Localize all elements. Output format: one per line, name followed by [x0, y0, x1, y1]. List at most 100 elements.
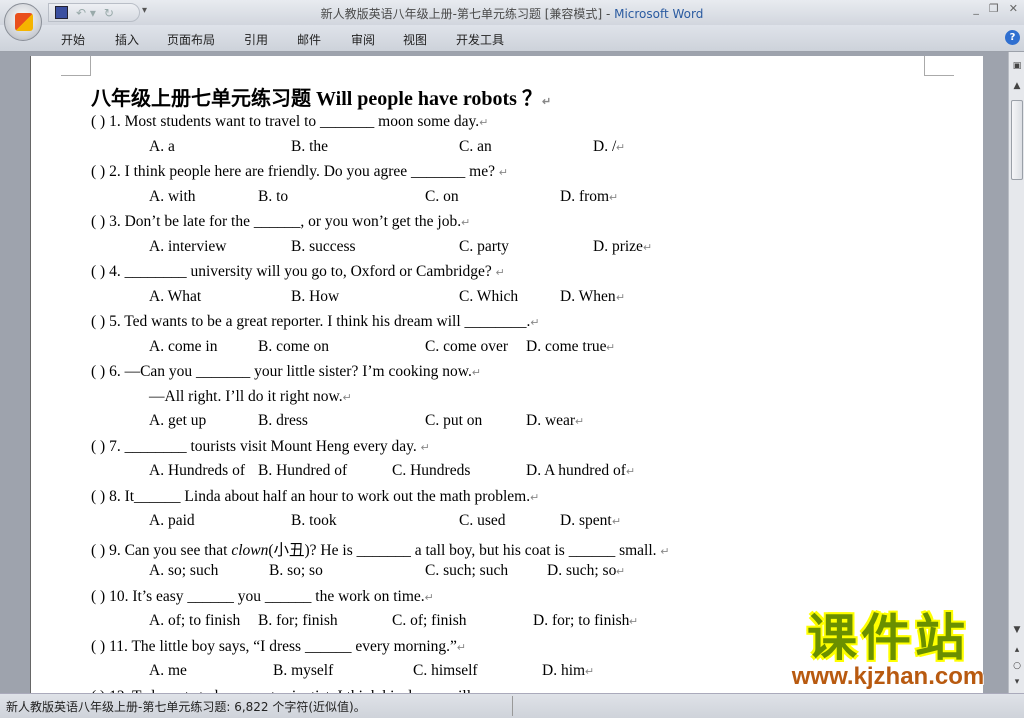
answer-option: A. What — [149, 287, 202, 305]
paragraph-mark: ↵ — [456, 641, 467, 654]
stem-text: ( ) 2. I think people here are friendly.… — [91, 163, 499, 180]
document-name: 新人教版英语八年级上册-第七单元练习题 [兼容模式] — [320, 7, 603, 21]
question-stem: ( ) 11. The little boy says, “I dress __… — [91, 638, 466, 656]
paragraph-mark: ↵ — [616, 566, 626, 578]
paragraph-mark: ↵ — [660, 545, 670, 558]
answer-option: D. come true — [526, 337, 607, 355]
paragraph-mark: ↵ — [626, 466, 636, 478]
tab-page-layout[interactable]: 页面布局 — [167, 31, 215, 48]
stem-text: ( ) 10. It’s easy ______ you ______ the … — [91, 587, 425, 605]
answer-option: B. success — [291, 237, 356, 255]
restore-icon[interactable]: ❐ — [989, 2, 999, 15]
help-icon[interactable]: ? — [1005, 30, 1020, 45]
answer-option: C. Which — [459, 287, 519, 305]
answer-option: A. come in — [149, 337, 218, 355]
answer-option: B. the — [291, 137, 329, 155]
ribbon-tabs: 开始 插入 页面布局 引用 邮件 审阅 视图 开发工具 ? — [0, 25, 1024, 52]
question-stem: ( ) 4. ________ university will you go t… — [91, 263, 505, 281]
customize-toolbar-button[interactable]: ▾ — [142, 5, 147, 16]
answer-option: B. How — [291, 287, 340, 305]
question-stem: ( ) 7. ________ tourists visit Mount Hen… — [91, 438, 430, 456]
question-stem: ( ) 9. Can you see that clown(小丑)? He is… — [91, 538, 670, 560]
quick-access-toolbar: ↶ ▾ ↻ — [48, 3, 140, 22]
paragraph-mark: ↵ — [612, 516, 622, 528]
paragraph-mark: ↵ — [616, 141, 626, 154]
previous-page-icon[interactable]: ▴ — [1010, 642, 1024, 658]
tab-mailings[interactable]: 邮件 — [297, 31, 321, 48]
scroll-up-arrow-icon[interactable]: ▲ — [1010, 78, 1024, 94]
browse-object-icon[interactable]: ○ — [1010, 658, 1024, 674]
answer-option: C. such; such — [425, 562, 509, 579]
answer-option: B. myself — [273, 662, 334, 679]
office-logo-icon — [15, 13, 33, 31]
answer-option: A. paid — [149, 512, 195, 529]
paragraph-mark: ↵ — [471, 367, 482, 379]
question-stem: ( ) 5. Ted wants to be a great reporter.… — [91, 313, 540, 331]
paragraph-mark: ↵ — [606, 341, 616, 354]
answer-option: D. / — [593, 137, 617, 155]
answer-option: C. on — [425, 187, 459, 205]
question-stem: ( ) 3. Don’t be late for the ______, or … — [91, 213, 470, 231]
answer-option: B. to — [258, 187, 289, 205]
status-text: 新人教版英语八年级上册-第七单元练习题: 6,822 个字符(近似值)。 — [6, 700, 366, 714]
paragraph-mark: ↵ — [424, 591, 434, 604]
close-icon[interactable]: ✕ — [1009, 2, 1018, 15]
tab-insert[interactable]: 插入 — [115, 31, 139, 48]
redo-icon[interactable]: ↻ — [104, 6, 114, 20]
next-page-icon[interactable]: ▾ — [1010, 674, 1024, 690]
answer-option: D. A hundred of — [526, 462, 626, 479]
scroll-thumb[interactable] — [1011, 100, 1023, 180]
vertical-scrollbar[interactable]: ▣ ▲ ▼ ▴ ○ ▾ — [1008, 52, 1024, 693]
paragraph-mark: ↵ — [629, 616, 639, 628]
answer-option: A. with — [149, 187, 196, 205]
minimize-icon[interactable]: _ — [973, 2, 979, 15]
document-area: 八年级上册七单元练习题 Will people have robots ？↵ (… — [0, 52, 1008, 705]
answer-option: D. from — [560, 187, 610, 205]
tab-review[interactable]: 审阅 — [351, 31, 375, 48]
answer-option: D. When — [560, 287, 616, 305]
question-stem: ( ) 6. —Can you _______ your little sist… — [91, 363, 481, 381]
answer-option: C. party — [459, 237, 509, 255]
save-icon[interactable] — [55, 6, 68, 19]
answer-option: C. used — [459, 512, 506, 529]
margin-mark — [924, 56, 954, 76]
document-page[interactable]: 八年级上册七单元练习题 Will people have robots ？↵ (… — [30, 56, 983, 705]
answer-option: B. dress — [258, 412, 308, 429]
document-heading: 八年级上册七单元练习题 Will people have robots ？↵ — [91, 82, 551, 111]
stem-text: ( ) 5. Ted wants to be a great reporter.… — [91, 313, 531, 330]
tab-home[interactable]: 开始 — [61, 31, 85, 48]
answer-option: D. for; to finish — [533, 612, 630, 629]
tab-view[interactable]: 视图 — [403, 31, 427, 48]
stem-text: ( ) 6. —Can you _______ your little sist… — [91, 363, 472, 380]
stem-text: ( ) 3. Don’t be late for the ______, or … — [91, 213, 462, 230]
title-separator: - — [602, 7, 615, 21]
tab-developer[interactable]: 开发工具 — [456, 31, 504, 48]
paragraph-mark: ↵ — [575, 416, 585, 428]
stem-text: ( ) 7. ________ tourists visit Mount Hen… — [91, 437, 421, 455]
answer-option: C. come over — [425, 337, 509, 355]
undo-icon[interactable]: ↶ ▾ — [76, 6, 96, 20]
answer-option: C. himself — [413, 662, 478, 679]
ruler-toggle-icon[interactable]: ▣ — [1010, 58, 1024, 74]
paragraph-mark: ↵ — [420, 441, 430, 454]
tab-references[interactable]: 引用 — [244, 31, 268, 48]
office-button[interactable] — [4, 3, 42, 41]
margin-mark — [61, 56, 91, 76]
answer-option: C. put on — [425, 412, 483, 429]
status-bar: 新人教版英语八年级上册-第七单元练习题: 6,822 个字符(近似值)。 — [0, 693, 1024, 718]
stem-part: ( ) 9. Can you see that — [91, 541, 232, 559]
window-title: 新人教版英语八年级上册-第七单元练习题 [兼容模式] - Microsoft W… — [0, 5, 1024, 22]
answer-option: C. an — [459, 137, 492, 155]
paragraph-mark: ↵ — [643, 241, 653, 254]
answer-option: D. him — [542, 662, 586, 679]
paragraph-mark: ↵ — [616, 291, 626, 304]
answer-option: D. prize — [593, 237, 643, 255]
paragraph-mark: ↵ — [541, 96, 552, 108]
stem-text: ( ) 8. It______ Linda about half an hour… — [91, 487, 531, 505]
stem-text: ( ) 1. Most students want to travel to _… — [91, 113, 480, 130]
scroll-down-arrow-icon[interactable]: ▼ — [1010, 622, 1024, 638]
answer-option: A. so; such — [149, 562, 219, 579]
question-stem: ( ) 10. It’s easy ______ you ______ the … — [91, 588, 434, 606]
stem-text: —All right. I’ll do it right now. — [149, 387, 343, 405]
answer-option: B. for; finish — [258, 612, 338, 629]
